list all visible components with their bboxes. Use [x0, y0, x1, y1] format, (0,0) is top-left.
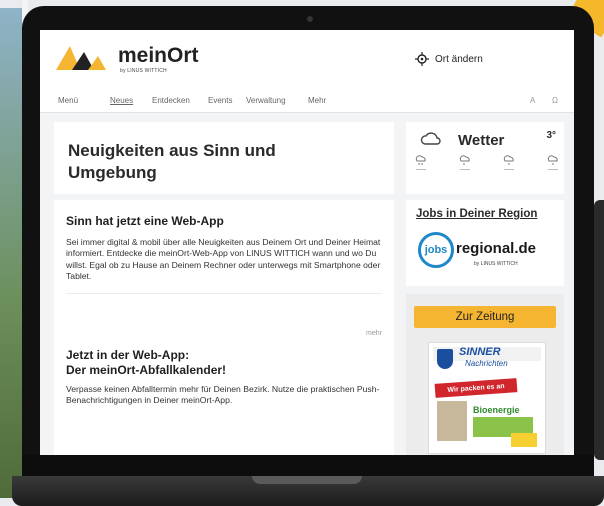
cover-headline: Bioenergie: [473, 405, 520, 415]
cover-subtitle: Nachrichten: [465, 359, 508, 368]
forecast-day: [456, 154, 474, 176]
forecast-day: [544, 154, 562, 176]
forecast-row: [412, 154, 562, 176]
news-post[interactable]: Jetzt in der Web-App: Der meinOrt-Abfall…: [66, 348, 382, 407]
post-more-link[interactable]: mehr: [366, 330, 382, 337]
change-location-label: Ort ändern: [435, 53, 483, 65]
cover-burst: [511, 433, 537, 447]
post-title[interactable]: Sinn hat jetzt eine Web-App: [66, 214, 382, 229]
background-phone: [594, 200, 604, 460]
background-poster: [0, 8, 22, 498]
jobs-regional-logo[interactable]: jobs regional.de by LINUS WITTICH: [418, 232, 558, 272]
news-heading-card: Neuigkeiten aus Sinn und Umgebung: [54, 122, 394, 194]
change-location-button[interactable]: Ort ändern: [415, 52, 483, 66]
post-text: Verpasse keinen Abfalltermin mehr für De…: [66, 384, 380, 406]
cloud-rain-icon: [459, 155, 470, 165]
post-text: Sei immer digital & mobil über alle Neui…: [66, 237, 381, 282]
site-header: meinOrt by LINUS WITTICH Ort ändern: [40, 30, 574, 90]
forecast-day: [500, 154, 518, 176]
jobs-heading[interactable]: Jobs in Deiner Region: [416, 208, 537, 220]
cover-photo: [437, 401, 467, 441]
nav-menu[interactable]: Menü: [58, 96, 78, 105]
jobs-logo-sub: by LINUS WITTICH: [474, 261, 518, 267]
settings-toggle[interactable]: Ω: [552, 96, 558, 105]
weather-temp: 3°: [546, 130, 556, 141]
cover-banner: Wir packen es an: [434, 378, 518, 398]
nav-neues[interactable]: Neues: [110, 96, 133, 105]
nav-mehr[interactable]: Mehr: [308, 96, 326, 105]
meinort-logo-icon[interactable]: [54, 42, 108, 72]
brand-sub: by LINUS WITTICH: [120, 68, 167, 74]
jobs-logo-word: regional.de: [456, 240, 537, 257]
laptop-hinge: [252, 476, 362, 484]
forecast-day: [412, 154, 430, 176]
weather-title: Wetter: [458, 132, 505, 149]
nav-events[interactable]: Events: [208, 96, 232, 105]
zur-zeitung-button[interactable]: Zur Zeitung: [414, 306, 556, 328]
newspaper-cover[interactable]: SINNER Nachrichten Wir packen es an Bioe…: [428, 342, 546, 454]
laptop-screen: meinOrt by LINUS WITTICH Ort ändern Menü…: [40, 30, 574, 455]
jobs-logo-circle: jobs: [418, 232, 454, 268]
newspaper-widget: Zur Zeitung SINNER Nachrichten Wir packe…: [406, 294, 564, 455]
crosshair-icon: [415, 52, 429, 66]
laptop-camera: [307, 16, 313, 22]
jobs-widget[interactable]: Jobs in Deiner Region jobs regional.de b…: [406, 200, 564, 286]
news-feed: Sinn hat jetzt eine Web-App Sei immer di…: [54, 200, 394, 455]
cloud-rain-icon: [415, 155, 426, 165]
laptop-bezel: [22, 455, 594, 477]
cloud-icon: [420, 132, 441, 145]
cover-title: SINNER: [459, 346, 501, 358]
post-title[interactable]: Jetzt in der Web-App: Der meinOrt-Abfall…: [66, 348, 382, 378]
news-heading: Neuigkeiten aus Sinn und Umgebung: [68, 141, 276, 182]
news-post[interactable]: Sinn hat jetzt eine Web-App Sei immer di…: [66, 214, 382, 294]
main-nav: Menü Neues Entdecken Events Verwaltung M…: [40, 90, 574, 113]
brand-name[interactable]: meinOrt: [118, 44, 199, 68]
post-divider: [66, 292, 382, 294]
cloud-rain-icon: [503, 155, 514, 165]
font-size-toggle[interactable]: A: [530, 96, 535, 105]
cloud-rain-icon: [547, 155, 558, 165]
nav-verwaltung[interactable]: Verwaltung: [246, 96, 286, 105]
nav-entdecken[interactable]: Entdecken: [152, 96, 190, 105]
weather-widget[interactable]: Wetter 3°: [406, 122, 564, 194]
crest-icon: [437, 349, 453, 369]
